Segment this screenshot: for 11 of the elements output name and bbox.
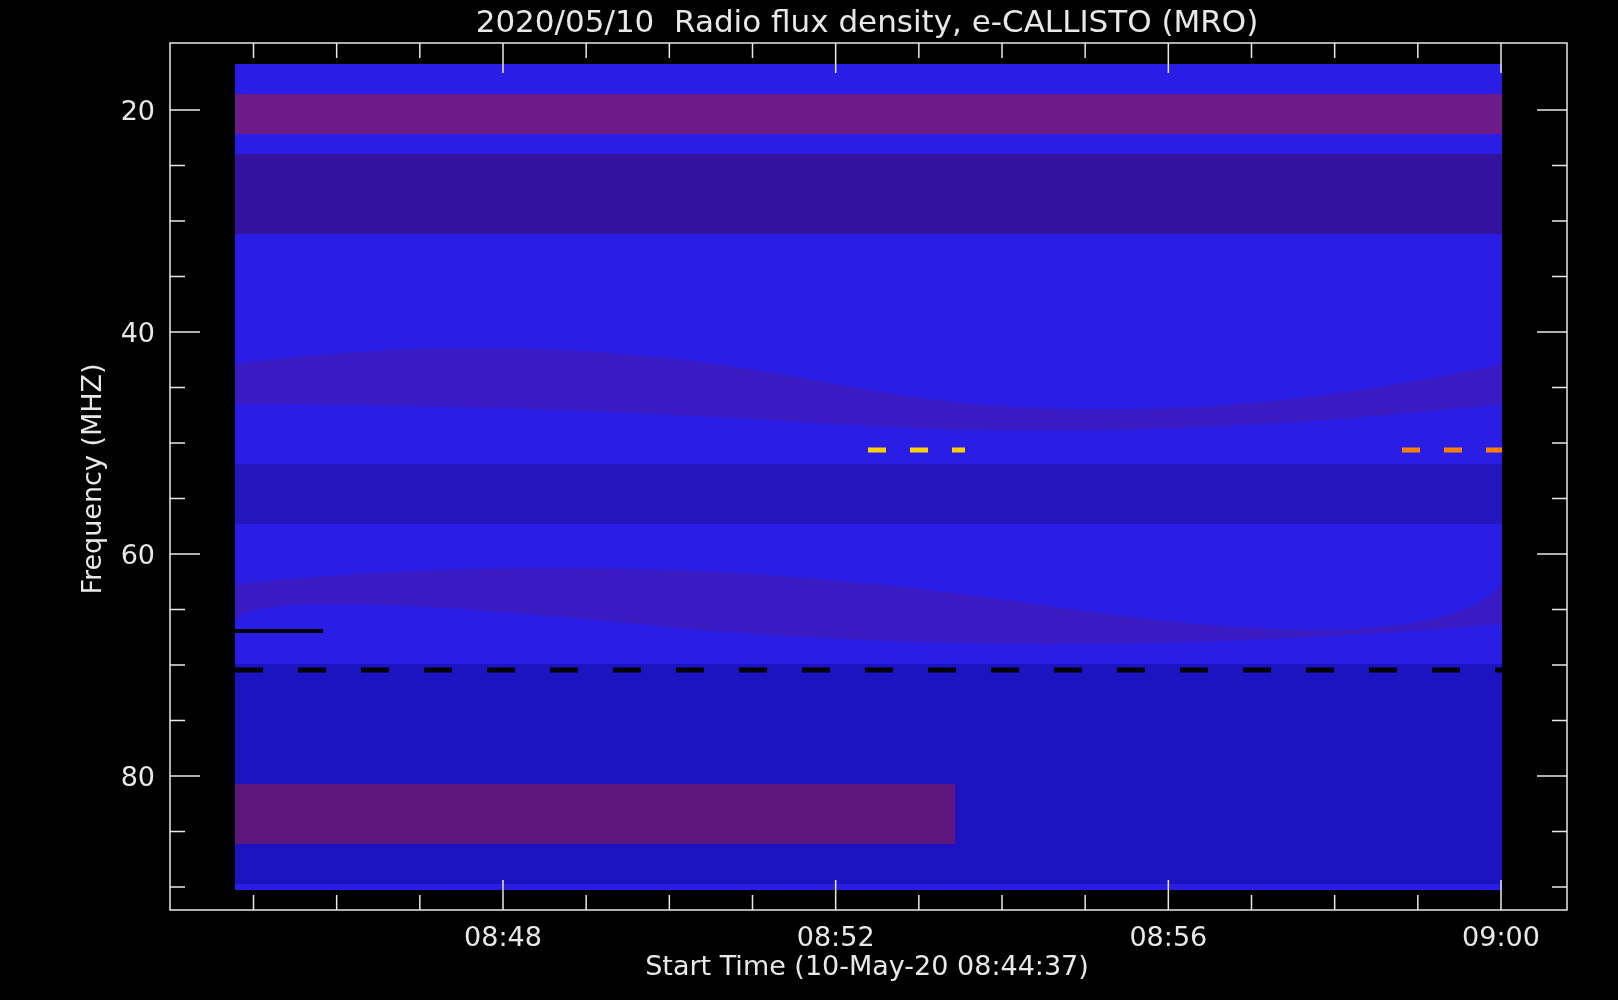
axis-label: Frequency (MHZ) (76, 363, 107, 595)
tick-label: 09:00 (1462, 921, 1540, 952)
axis-label: Start Time (10-May-20 08:44:37) (645, 950, 1089, 981)
tick-label: 08:56 (1129, 921, 1208, 952)
tick-label: 08:48 (464, 921, 542, 952)
plot-title: 2020/05/10 Radio flux density, e-CALLISTO (MRO) (475, 3, 1259, 39)
tick-label: 40 (120, 317, 155, 348)
tick-label: 08:52 (796, 921, 875, 952)
tick-label: 20 (120, 95, 155, 126)
tick-label: 80 (120, 761, 155, 792)
tick-label: 60 (120, 539, 155, 570)
